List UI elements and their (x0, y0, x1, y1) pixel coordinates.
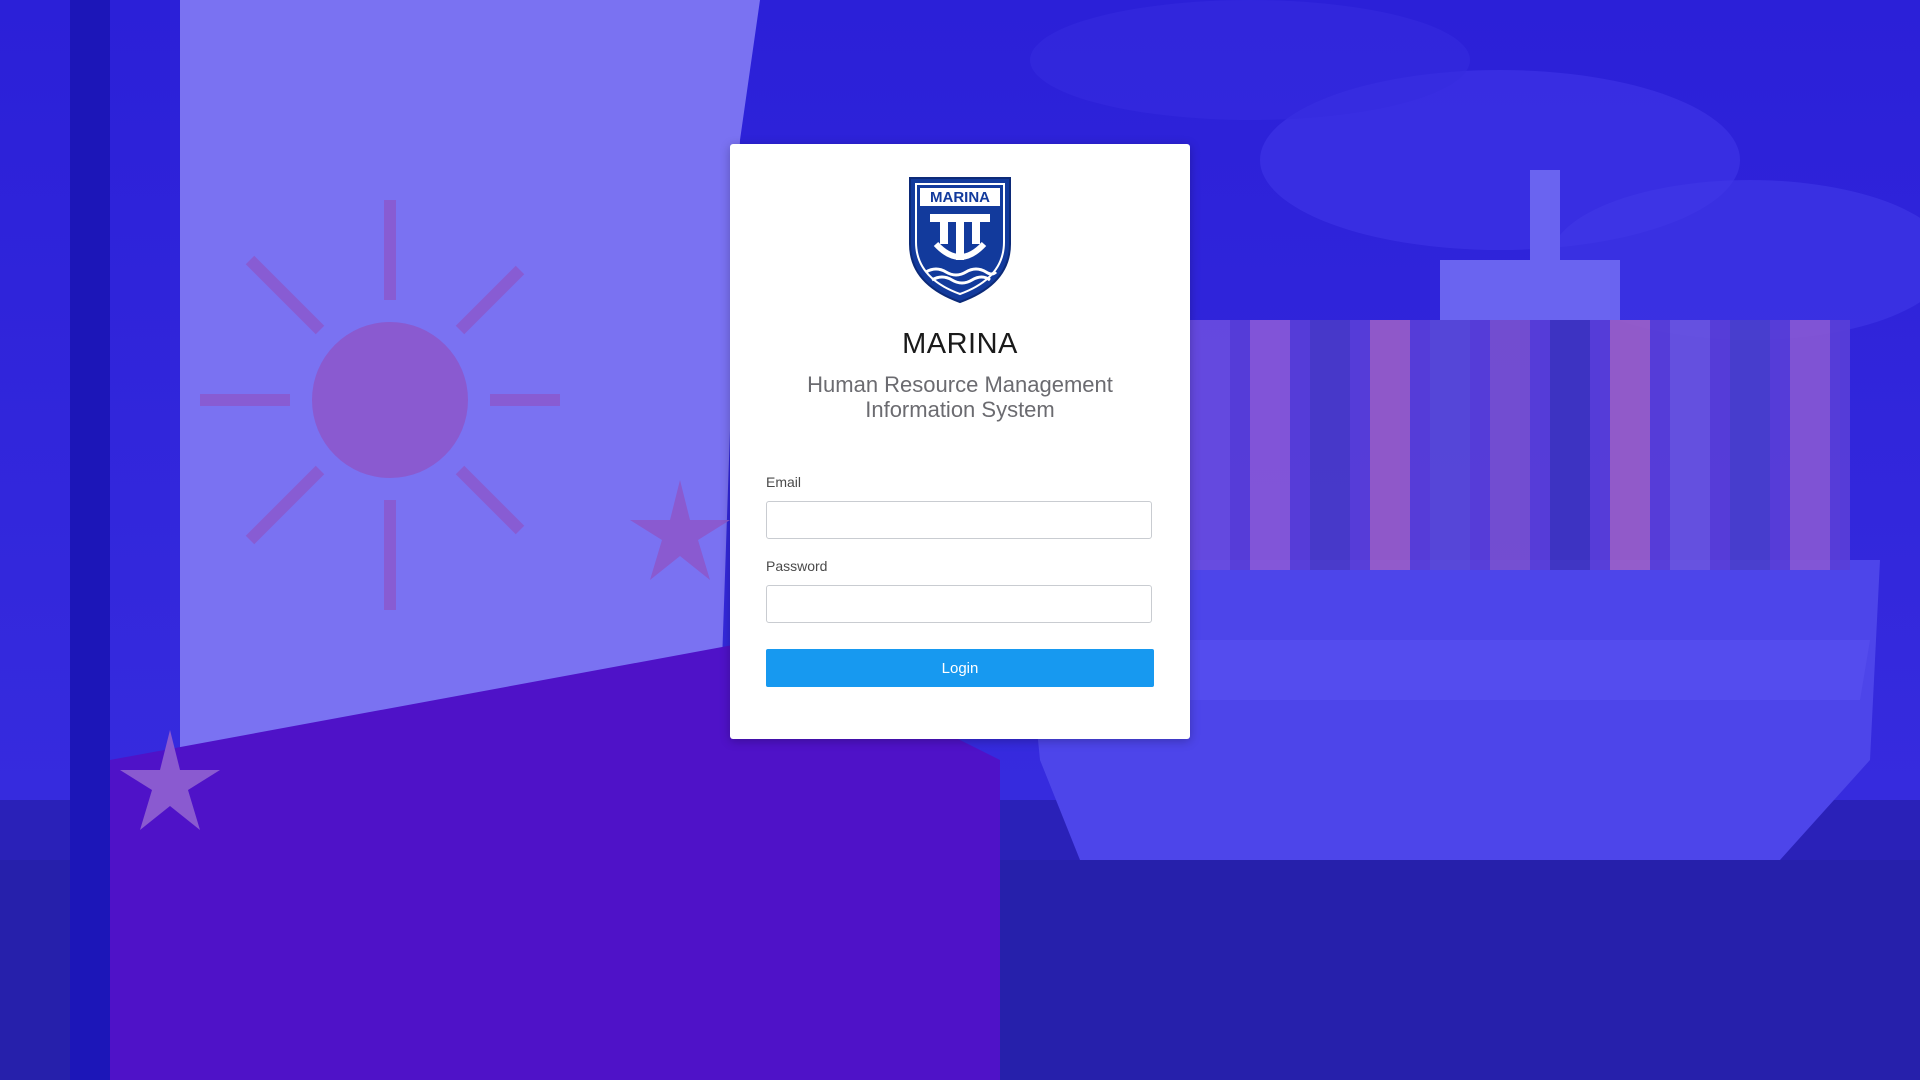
email-label: Email (766, 474, 802, 490)
login-card: MARINA MARINA Human Resource Management … (730, 144, 1190, 739)
login-button[interactable]: Login (766, 649, 1154, 687)
email-input[interactable] (766, 501, 1152, 539)
password-input[interactable] (766, 585, 1152, 623)
password-label: Password (766, 558, 828, 574)
app-title: MARINA (902, 328, 1018, 360)
logo-text: MARINA (930, 189, 990, 206)
app-subtitle: Human Resource Management Information Sy… (807, 372, 1113, 422)
marina-logo: MARINA (909, 177, 1011, 304)
